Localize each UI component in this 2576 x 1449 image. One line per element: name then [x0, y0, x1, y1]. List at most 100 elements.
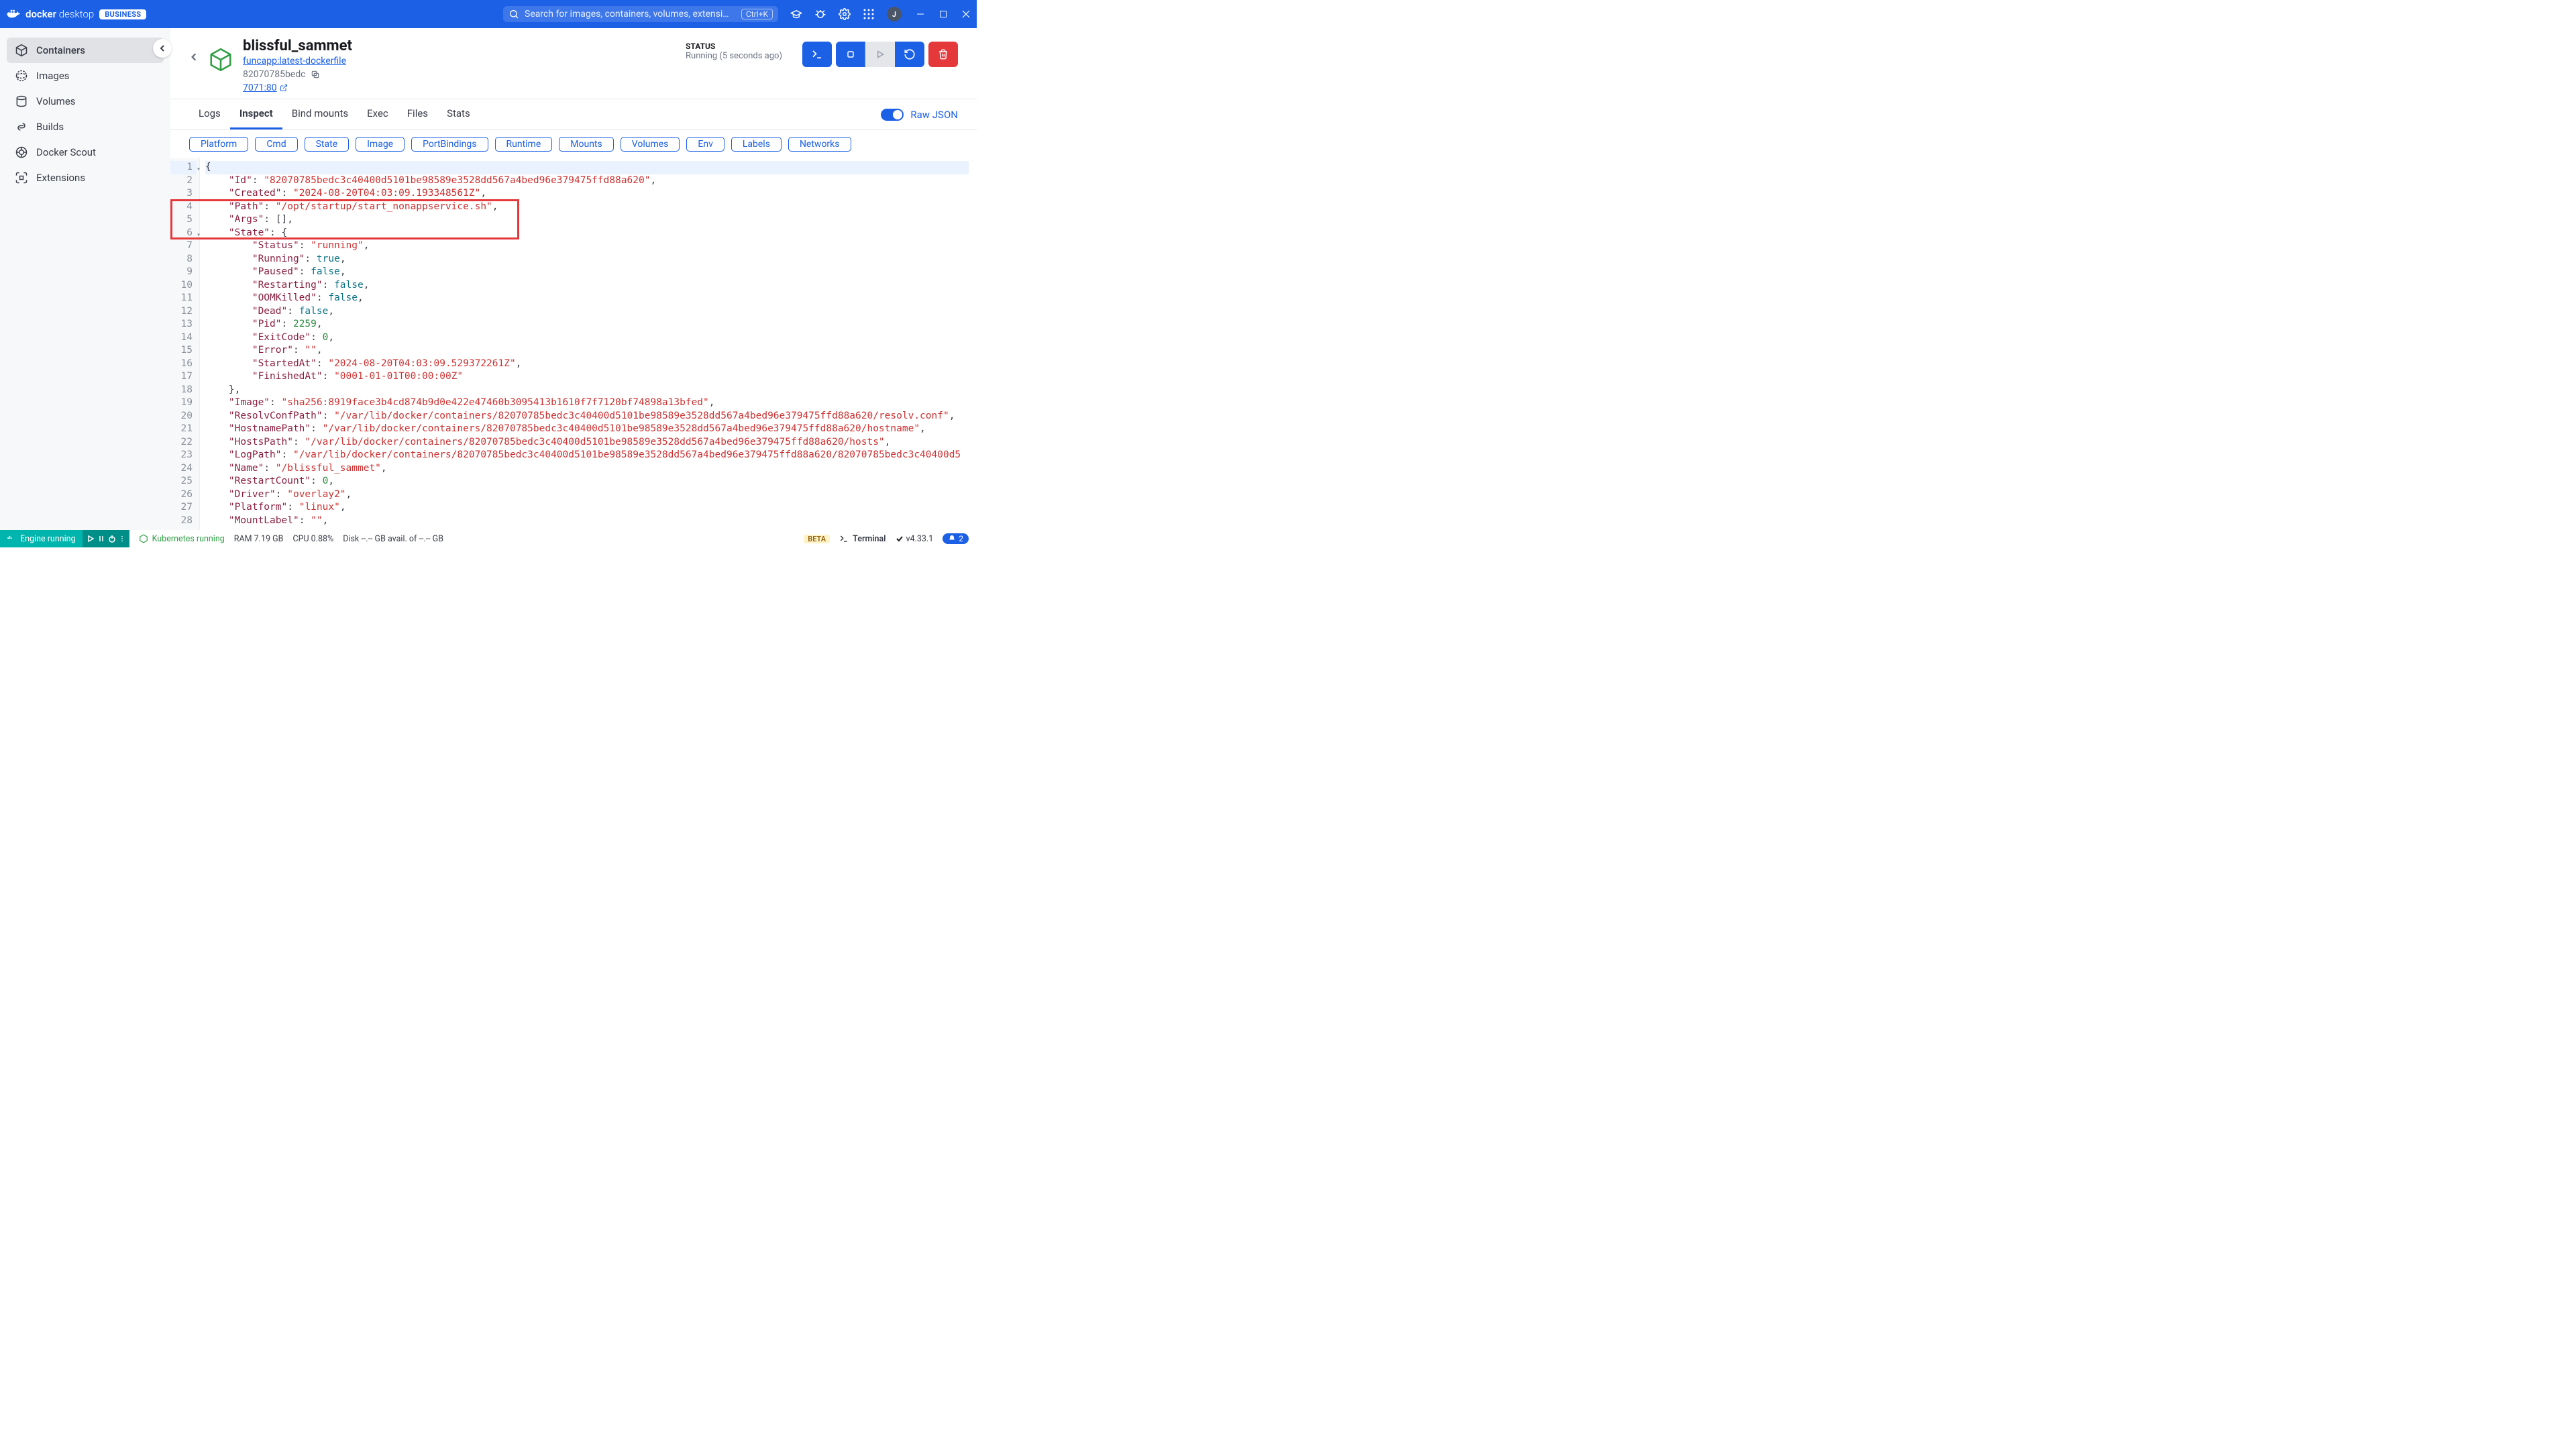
- chip-volumes[interactable]: Volumes: [621, 137, 680, 152]
- nav-label: Containers: [36, 44, 85, 56]
- sidebar-item-builds[interactable]: Builds: [7, 114, 164, 140]
- collapse-sidebar-button[interactable]: [153, 39, 172, 58]
- engine-status[interactable]: Engine running: [0, 530, 83, 547]
- raw-json-toggle[interactable]: [881, 109, 904, 121]
- back-button[interactable]: [189, 52, 199, 62]
- nav-icon: [15, 44, 28, 57]
- tab-exec[interactable]: Exec: [358, 99, 398, 129]
- sidebar-item-containers[interactable]: Containers: [7, 38, 164, 63]
- code-line: "Id": "82070785bedc3c40400d5101be98589e3…: [205, 174, 969, 188]
- tab-stats[interactable]: Stats: [437, 99, 480, 129]
- chip-mounts[interactable]: Mounts: [559, 137, 613, 152]
- apps-icon[interactable]: [863, 8, 875, 20]
- code-line: "Driver": "overlay2",: [205, 488, 969, 502]
- nav-label: Extensions: [36, 172, 85, 184]
- chip-runtime[interactable]: Runtime: [495, 137, 553, 152]
- code-line: "Pid": 2259,: [205, 318, 969, 331]
- chip-portbindings[interactable]: PortBindings: [411, 137, 488, 152]
- sidebar-item-extensions[interactable]: Extensions: [7, 165, 164, 191]
- code-line: "OOMKilled": false,: [205, 292, 969, 305]
- code-line: },: [205, 384, 969, 397]
- close-icon[interactable]: [962, 10, 970, 18]
- stop-button[interactable]: [836, 42, 865, 67]
- business-badge: BUSINESS: [99, 9, 146, 19]
- code-line: "LogPath": "/var/lib/docker/containers/8…: [205, 449, 969, 462]
- status-label: STATUS: [686, 42, 782, 51]
- user-avatar[interactable]: J: [887, 7, 902, 21]
- code-line: "MountLabel": "",: [205, 515, 969, 528]
- sidebar-item-volumes[interactable]: Volumes: [7, 89, 164, 114]
- chip-image[interactable]: Image: [356, 137, 405, 152]
- start-button[interactable]: [865, 42, 895, 67]
- container-cube-icon: [208, 47, 233, 72]
- code-line: "Paused": false,: [205, 266, 969, 279]
- code-line: "Name": "/blissful_sammet",: [205, 462, 969, 476]
- nav-label: Images: [36, 70, 70, 82]
- code-line: "ResolvConfPath": "/var/lib/docker/conta…: [205, 410, 969, 423]
- code-line: "RestartCount": 0,: [205, 475, 969, 488]
- code-line: "Dead": false,: [205, 305, 969, 319]
- container-short-id: 82070785bedc: [243, 69, 305, 80]
- code-line: "Running": true,: [205, 253, 969, 266]
- code-line: "StartedAt": "2024-08-20T04:03:09.529372…: [205, 358, 969, 371]
- sidebar: Containers Images Volumes Builds Docker Scou…: [0, 28, 170, 530]
- inspect-json-viewer[interactable]: 1▾23456▾78910111213141516171819202122232…: [170, 158, 977, 530]
- chip-state[interactable]: State: [305, 137, 350, 152]
- maximize-icon[interactable]: [939, 10, 947, 18]
- raw-json-label: Raw JSON: [910, 109, 958, 121]
- engine-pause-icon[interactable]: [97, 535, 105, 543]
- code-line: "Args": [],: [205, 213, 969, 227]
- nav-label: Docker Scout: [36, 146, 96, 158]
- nav-icon: [15, 120, 28, 133]
- statusbar: Engine running Kubernetes running RAM 7.…: [0, 530, 977, 547]
- status-text: Running (5 seconds ago): [686, 51, 782, 61]
- docker-logo: docker desktop: [7, 8, 94, 20]
- disk-status: Disk --.-- GB avail. of --.-- GB: [343, 534, 443, 544]
- terminal-button[interactable]: Terminal: [839, 534, 885, 544]
- cpu-status: CPU 0.88%: [292, 534, 333, 544]
- nav-icon: [15, 95, 28, 108]
- tabs: LogsInspectBind mountsExecFilesStats Raw…: [170, 99, 977, 130]
- bug-icon[interactable]: [814, 8, 826, 20]
- exec-button[interactable]: [802, 42, 832, 67]
- ram-status: RAM 7.19 GB: [234, 534, 284, 544]
- code-line: "Created": "2024-08-20T04:03:09.19334856…: [205, 187, 969, 201]
- code-line: "HostnamePath": "/var/lib/docker/contain…: [205, 423, 969, 436]
- engine-power-icon[interactable]: [108, 535, 116, 543]
- nav-label: Builds: [36, 121, 64, 133]
- chip-env[interactable]: Env: [686, 137, 724, 152]
- version-label[interactable]: v4.33.1: [896, 534, 934, 544]
- container-ports-link[interactable]: 7071:80: [243, 83, 288, 93]
- chip-platform[interactable]: Platform: [189, 137, 248, 152]
- container-image-link[interactable]: funcapp:latest-dockerfile: [243, 56, 346, 66]
- restart-button[interactable]: [895, 42, 924, 67]
- chip-labels[interactable]: Labels: [731, 137, 782, 152]
- tab-bind-mounts[interactable]: Bind mounts: [282, 99, 358, 129]
- code-line: "State": {: [205, 227, 969, 240]
- tab-inspect[interactable]: Inspect: [230, 99, 282, 129]
- engine-play-icon[interactable]: [87, 535, 95, 543]
- chip-cmd[interactable]: Cmd: [255, 137, 297, 152]
- code-line: "Path": "/opt/startup/start_nonappservic…: [205, 201, 969, 214]
- sidebar-item-docker-scout[interactable]: Docker Scout: [7, 140, 164, 165]
- sidebar-item-images[interactable]: Images: [7, 63, 164, 89]
- code-line: "Restarting": false,: [205, 279, 969, 292]
- copy-id-icon[interactable]: [311, 70, 320, 79]
- search-placeholder: Search for images, containers, volumes, …: [525, 9, 736, 19]
- code-line: "Status": "running",: [205, 239, 969, 253]
- tab-files[interactable]: Files: [398, 99, 437, 129]
- nav-label: Volumes: [36, 95, 76, 107]
- learn-icon[interactable]: [790, 8, 802, 20]
- delete-button[interactable]: [928, 42, 958, 67]
- k8s-status[interactable]: Kubernetes running: [139, 534, 225, 544]
- code-line: "ExitCode": 0,: [205, 331, 969, 345]
- engine-menu-icon[interactable]: [119, 535, 125, 542]
- code-line: "Error": "",: [205, 344, 969, 358]
- chip-networks[interactable]: Networks: [788, 137, 851, 152]
- minimize-icon[interactable]: [916, 10, 924, 18]
- tab-logs[interactable]: Logs: [189, 99, 230, 129]
- settings-icon[interactable]: [839, 8, 851, 20]
- notifications-button[interactable]: 2: [943, 533, 969, 544]
- container-header: blissful_sammet funcapp:latest-dockerfil…: [170, 28, 977, 99]
- global-search[interactable]: Search for images, containers, volumes, …: [503, 6, 778, 22]
